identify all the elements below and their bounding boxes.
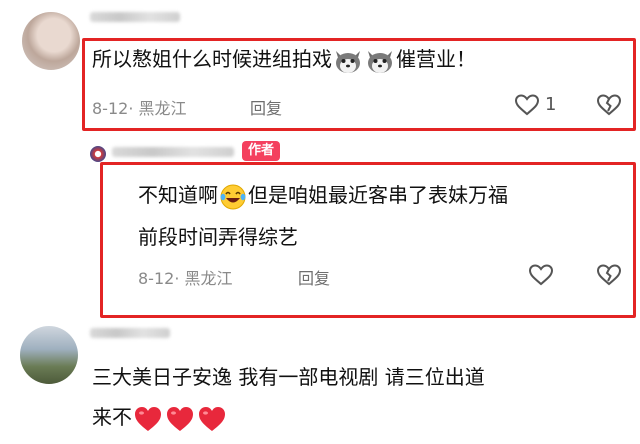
husky-emoji-icon (368, 50, 392, 73)
comment-text-part: 不知道啊 (138, 183, 218, 207)
comment-meta: 8-12· 黑龙江 (92, 99, 187, 118)
comment-text-line: 三大美日子安逸 我有一部电视剧 请三位出道 (92, 365, 485, 389)
like-count: 1 (545, 94, 557, 115)
red-heart-emoji-icon (167, 406, 193, 431)
comment-text-part: 但是咱姐最近客串了表妹万福 (248, 183, 508, 207)
avatar[interactable] (20, 326, 78, 384)
author-badge: 作者 (242, 141, 281, 161)
broken-heart-icon[interactable] (596, 93, 622, 117)
comment-text-part: 催营业！ (396, 47, 476, 71)
red-heart-emoji-icon (135, 406, 161, 431)
broken-heart-icon[interactable] (596, 263, 622, 287)
comment-text-line: 前段时间弄得综艺 (138, 225, 298, 249)
laughing-tears-emoji-icon (220, 184, 246, 209)
comment-text-part: 所以㥿姐什么时候进组拍戏 (92, 47, 332, 71)
red-heart-emoji-icon (199, 406, 225, 431)
comment-text: 来不 (92, 402, 228, 433)
comment-text: 不知道啊 但是咱姐最近客串了表妹万福 (138, 180, 508, 211)
username-blurred[interactable] (112, 147, 234, 157)
username-blurred[interactable] (90, 12, 180, 22)
reply-button[interactable]: 回复 (298, 265, 330, 289)
avatar[interactable] (22, 12, 80, 70)
heart-outline-icon[interactable] (528, 263, 554, 287)
comment-text-part: 来不 (92, 405, 132, 429)
comment-text: 所以㥿姐什么时候进组拍戏 催营业！ (92, 44, 476, 75)
username-blurred[interactable] (90, 328, 170, 338)
reply-button[interactable]: 回复 (250, 95, 282, 119)
avatar[interactable] (90, 146, 106, 162)
husky-emoji-icon (336, 50, 360, 73)
comment-meta: 8-12· 黑龙江 (138, 269, 233, 288)
heart-outline-icon[interactable] (514, 93, 540, 117)
